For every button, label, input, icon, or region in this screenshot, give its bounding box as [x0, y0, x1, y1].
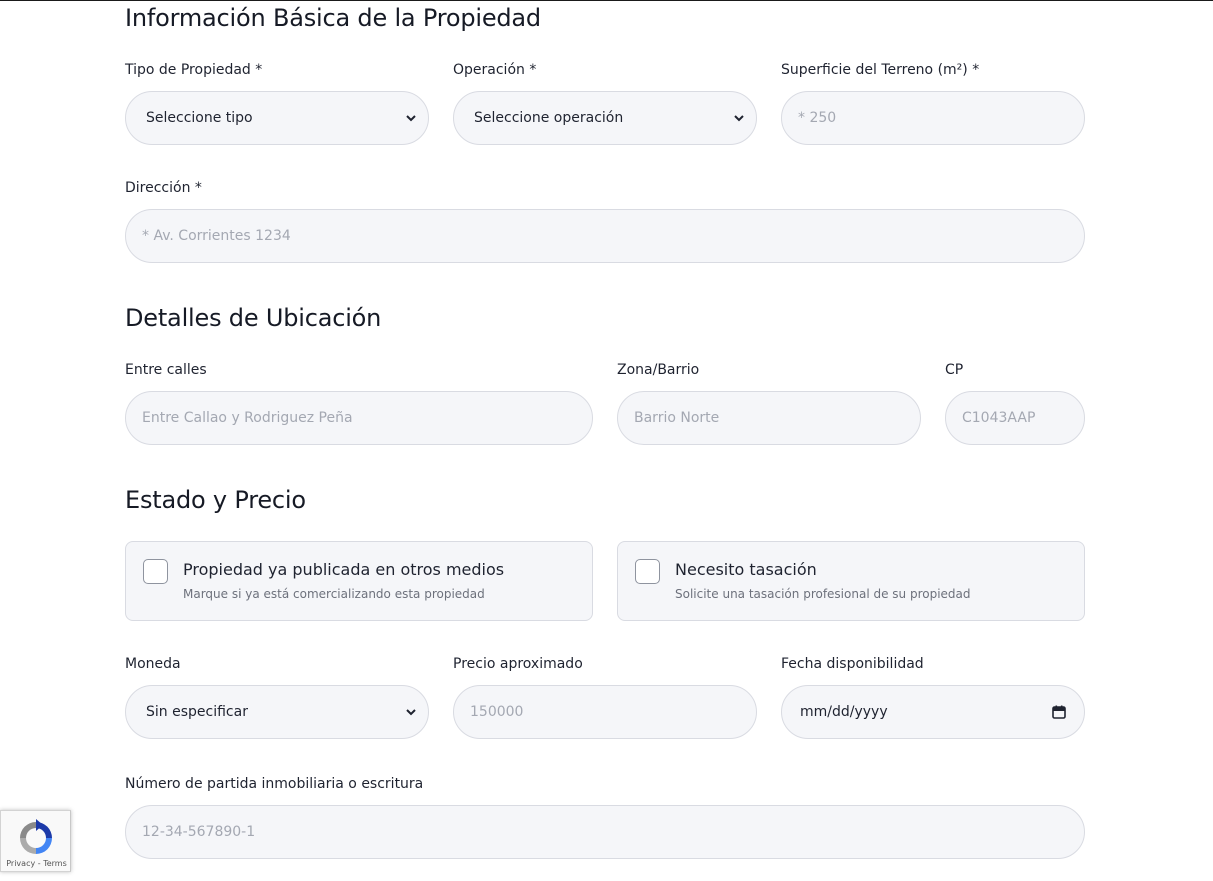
- already-published-card[interactable]: Propiedad ya publicada en otros medios M…: [125, 541, 593, 621]
- recaptcha-privacy-link[interactable]: Privacy: [6, 859, 35, 868]
- neighborhood-placeholder: Barrio Norte: [634, 410, 720, 426]
- currency-label: Moneda: [125, 656, 181, 672]
- postal-code-input[interactable]: C1043AAP: [945, 391, 1085, 445]
- availability-date-label: Fecha disponibilidad: [781, 656, 924, 672]
- need-appraisal-title: Necesito tasación: [675, 560, 817, 579]
- section-title-status-price: Estado y Precio: [125, 486, 306, 514]
- neighborhood-label: Zona/Barrio: [617, 362, 700, 378]
- section-title-location: Detalles de Ubicación: [125, 304, 382, 332]
- property-type-select[interactable]: Seleccione tipo: [125, 91, 429, 145]
- already-published-title: Propiedad ya publicada en otros medios: [183, 560, 505, 579]
- property-type-label: Tipo de Propiedad *: [125, 62, 263, 78]
- top-divider: [0, 0, 1213, 1]
- availability-date-input[interactable]: mm/dd/yyyy: [781, 685, 1085, 739]
- section-title-basic-info: Información Básica de la Propiedad: [125, 4, 541, 32]
- already-published-checkbox[interactable]: [143, 559, 168, 584]
- land-area-input[interactable]: * 250: [781, 91, 1085, 145]
- deed-number-input[interactable]: 12-34-567890-1: [125, 805, 1085, 859]
- address-label: Dirección *: [125, 180, 202, 196]
- chevron-down-icon: [404, 705, 418, 719]
- chevron-down-icon: [404, 111, 418, 125]
- operation-select[interactable]: Seleccione operación: [453, 91, 757, 145]
- operation-label: Operación *: [453, 62, 537, 78]
- postal-code-placeholder: C1043AAP: [962, 410, 1036, 426]
- price-placeholder: 150000: [470, 704, 524, 720]
- property-type-value: Seleccione tipo: [146, 110, 253, 126]
- recaptcha-separator: -: [35, 859, 44, 868]
- chevron-down-icon: [732, 111, 746, 125]
- deed-number-label: Número de partida inmobiliaria o escritu…: [125, 776, 424, 792]
- recaptcha-links: Privacy - Terms: [1, 859, 72, 868]
- recaptcha-badge[interactable]: Privacy - Terms: [0, 810, 71, 872]
- already-published-subtitle: Marque si ya está comercializando esta p…: [183, 587, 485, 601]
- between-streets-placeholder: Entre Callao y Rodriguez Peña: [142, 410, 353, 426]
- calendar-icon[interactable]: [1052, 705, 1066, 719]
- postal-code-label: CP: [945, 362, 964, 378]
- land-area-placeholder: * 250: [798, 110, 837, 126]
- need-appraisal-card[interactable]: Necesito tasación Solicite una tasación …: [617, 541, 1085, 621]
- address-input[interactable]: * Av. Corrientes 1234: [125, 209, 1085, 263]
- deed-number-placeholder: 12-34-567890-1: [142, 824, 256, 840]
- recaptcha-terms-link[interactable]: Terms: [43, 859, 67, 868]
- availability-date-value: mm/dd/yyyy: [800, 704, 888, 720]
- need-appraisal-checkbox[interactable]: [635, 559, 660, 584]
- currency-value: Sin especificar: [146, 704, 248, 720]
- price-input[interactable]: 150000: [453, 685, 757, 739]
- land-area-label: Superficie del Terreno (m²) *: [781, 62, 980, 78]
- currency-select[interactable]: Sin especificar: [125, 685, 429, 739]
- operation-value: Seleccione operación: [474, 110, 624, 126]
- between-streets-label: Entre calles: [125, 362, 207, 378]
- need-appraisal-subtitle: Solicite una tasación profesional de su …: [675, 587, 971, 601]
- address-placeholder: * Av. Corrientes 1234: [142, 228, 291, 244]
- neighborhood-input[interactable]: Barrio Norte: [617, 391, 921, 445]
- between-streets-input[interactable]: Entre Callao y Rodriguez Peña: [125, 391, 593, 445]
- price-label: Precio aproximado: [453, 656, 583, 672]
- recaptcha-logo-icon: [16, 818, 56, 858]
